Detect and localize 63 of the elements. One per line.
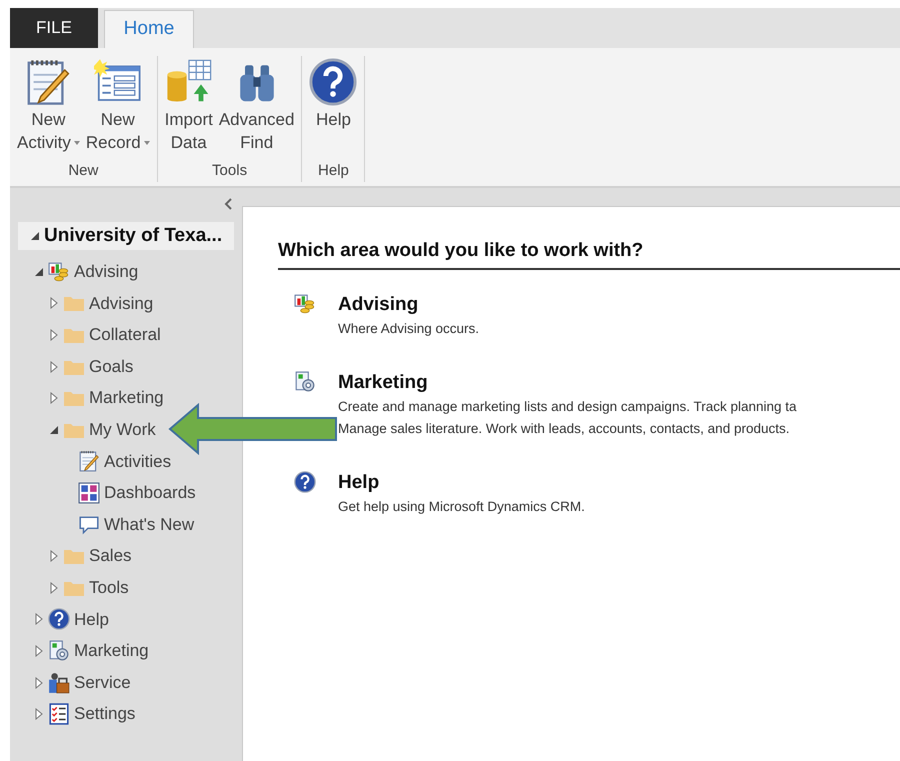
group-label: Tools (212, 160, 248, 180)
checklist-icon (48, 703, 70, 726)
tree-item[interactable]: Help (74, 606, 109, 632)
group-label: Help (318, 160, 349, 180)
ribbon-button[interactable]: New Record (84, 56, 151, 160)
tree-item[interactable]: Marketing (74, 638, 149, 664)
area-link[interactable]: Marketing (338, 370, 797, 396)
expand-arrow-icon[interactable] (49, 360, 59, 373)
expand-arrow-icon[interactable] (34, 708, 44, 720)
tree-item[interactable]: Tools (89, 574, 129, 600)
area-description: Create and manage marketing lists and design campaigns. Track planning ta (338, 398, 797, 416)
area-description: Where Advising occurs. (338, 320, 480, 338)
tree-item[interactable]: What's New (104, 512, 194, 538)
expand-arrow-icon[interactable] (49, 392, 59, 404)
page-gear-icon (48, 640, 70, 662)
expand-arrow-icon[interactable] (34, 644, 44, 657)
tree-item[interactable]: Marketing (89, 385, 164, 411)
tree-item[interactable]: Goals (89, 354, 134, 380)
group-label: New (68, 160, 98, 180)
help-icon (48, 608, 70, 630)
ribbon-button[interactable]: Help (308, 56, 358, 160)
area-link[interactable]: Help (338, 470, 585, 496)
file-tab[interactable]: FILE (10, 8, 98, 48)
expand-arrow-icon[interactable] (49, 582, 59, 594)
folder-icon (63, 294, 85, 312)
expand-arrow-icon[interactable] (34, 613, 44, 626)
tree-item[interactable]: Sales (89, 543, 132, 569)
tree-root-header[interactable]: University of Texa... (18, 222, 234, 250)
folder-icon (63, 389, 85, 408)
chart-coins-icon (294, 292, 316, 314)
tree-item[interactable]: Dashboards (104, 480, 196, 506)
tree-item[interactable]: Service (74, 670, 131, 696)
notepad-pencil-icon (78, 450, 100, 472)
dashboard-icon (78, 482, 100, 504)
collapse-icon[interactable] (224, 198, 232, 210)
tree-item[interactable]: My Work (89, 417, 156, 443)
expand-arrow-icon[interactable] (49, 297, 59, 310)
ribbon-button[interactable]: Import Data (164, 56, 214, 160)
ribbon-tab[interactable]: Home (104, 10, 194, 48)
help-icon (309, 58, 358, 106)
area-link[interactable]: Advising (338, 292, 480, 318)
tree-item[interactable]: Settings (74, 701, 136, 727)
collapse-arrow-icon[interactable] (34, 266, 44, 278)
collapse-arrow-icon[interactable] (49, 424, 59, 436)
tree-item[interactable]: Advising (89, 290, 154, 316)
expand-arrow-icon[interactable] (49, 328, 59, 341)
expand-arrow-icon[interactable] (49, 550, 59, 562)
tree-item[interactable]: Activities (104, 448, 172, 474)
area-description: Get help using Microsoft Dynamics CRM. (338, 498, 585, 516)
folder-icon (63, 547, 85, 566)
help-icon (294, 470, 316, 492)
ribbon-button[interactable]: Advanced Find (218, 56, 296, 160)
ribbon-button[interactable]: New Activity (16, 56, 81, 160)
tree-item[interactable]: Advising (74, 259, 138, 285)
area-description: Manage sales literature. Work with leads, accounts, contacts, and products. (338, 420, 790, 438)
toolbox-icon (48, 672, 70, 694)
expand-arrow-icon[interactable] (34, 676, 44, 689)
tree-item[interactable]: Collateral (89, 322, 161, 348)
page-heading: Which area would you like to work with? (278, 237, 900, 270)
speech-bubble-icon (78, 514, 100, 536)
page-gear-icon (294, 370, 316, 392)
chart-coins-icon (48, 260, 70, 283)
collapse-arrow-icon[interactable] (30, 230, 40, 242)
